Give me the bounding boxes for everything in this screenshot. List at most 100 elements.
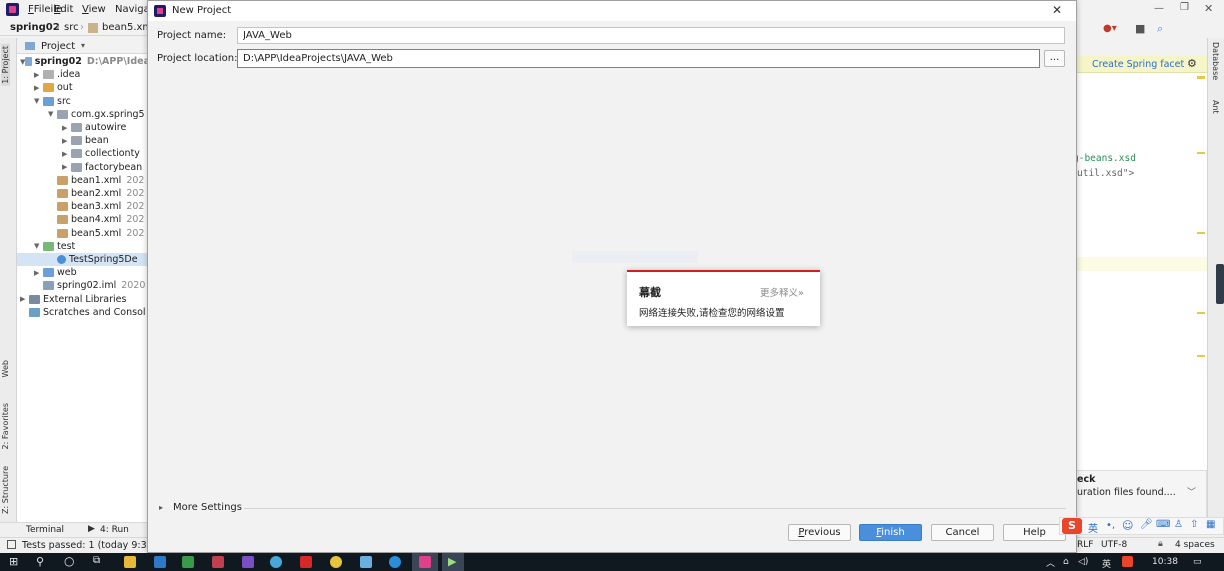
- tree-item[interactable]: ▶ web: [17, 266, 150, 279]
- tab-project[interactable]: 1: Project: [1, 44, 10, 86]
- tree-item[interactable]: bean1.xml 202: [17, 174, 150, 187]
- cortana-icon[interactable]: ○: [64, 554, 74, 568]
- chevron-right-icon[interactable]: ▶: [62, 163, 71, 171]
- browse-button[interactable]: ...: [1044, 50, 1065, 67]
- tab-ant[interactable]: Ant: [1211, 100, 1220, 114]
- ime-lang[interactable]: 英: [1088, 520, 1098, 535]
- tab-terminal[interactable]: Terminal: [26, 525, 64, 535]
- edge-icon[interactable]: [389, 556, 401, 568]
- maximize-icon[interactable]: ❐: [1180, 2, 1189, 13]
- close-window-icon[interactable]: ✕: [1204, 2, 1213, 15]
- chevron-down-icon[interactable]: ﹀: [1187, 485, 1196, 498]
- chevron-right-icon[interactable]: ▶: [34, 71, 43, 79]
- tab-structure[interactable]: Z: Structure: [1, 466, 10, 514]
- toast-more-link[interactable]: 更多释义»: [760, 285, 804, 299]
- tab-favorites[interactable]: 2: Favorites: [1, 403, 10, 449]
- finish-button[interactable]: Finish: [859, 524, 922, 541]
- search-icon[interactable]: ⌕: [1157, 22, 1163, 36]
- tree-item[interactable]: bean3.xml 202: [17, 200, 150, 213]
- chevron-down-icon[interactable]: ▼: [34, 242, 43, 250]
- previous-button[interactable]: Previous: [788, 524, 851, 541]
- editor-area[interactable]: g-beans.xsd util.xsd">: [1073, 56, 1207, 486]
- tree-item[interactable]: ▶ .idea: [17, 68, 150, 81]
- chrome-icon[interactable]: [330, 556, 342, 568]
- volume-icon[interactable]: ◁): [1078, 557, 1088, 567]
- chevron-right-icon[interactable]: ▸: [159, 503, 163, 512]
- notification-popup[interactable]: eck uration files found.... ﹀: [1070, 470, 1207, 520]
- notifications-icon[interactable]: ▭: [1193, 557, 1202, 567]
- stop-icon[interactable]: ■: [1135, 22, 1145, 35]
- chevron-right-icon[interactable]: ▶: [34, 269, 43, 277]
- chevron-right-icon[interactable]: ▶: [62, 124, 71, 132]
- tree-item[interactable]: ▼ src: [17, 95, 150, 108]
- menu-navigate[interactable]: Naviga: [115, 4, 150, 15]
- punctuation-icon[interactable]: •,: [1106, 520, 1115, 531]
- tree-item[interactable]: TestSpring5De: [17, 253, 150, 266]
- chevron-down-icon[interactable]: ▼: [34, 97, 43, 105]
- status-toggle-icon[interactable]: [7, 540, 16, 549]
- taskbar-active-item[interactable]: [412, 553, 438, 571]
- app-icon[interactable]: [182, 556, 194, 568]
- tree-item[interactable]: ▼ test: [17, 240, 150, 253]
- tree-item[interactable]: ▶ bean: [17, 134, 150, 147]
- search-icon[interactable]: ⚲: [36, 555, 44, 568]
- microphone-icon[interactable]: 🎤︎: [1140, 519, 1153, 530]
- visual-studio-icon[interactable]: [242, 556, 254, 568]
- browser-icon[interactable]: [270, 556, 282, 568]
- lock-icon[interactable]: 🔒︎: [1158, 539, 1163, 549]
- tree-item[interactable]: ▼ com.gx.spring5: [17, 108, 150, 121]
- chevron-up-icon[interactable]: ︿: [1046, 556, 1055, 569]
- sogou-ime-icon[interactable]: S: [1062, 518, 1082, 534]
- app-icon[interactable]: [360, 556, 372, 568]
- more-settings-toggle[interactable]: More Settings: [173, 502, 242, 513]
- error-toast[interactable]: 幕截 更多释义» 网络连接失败,请检查您的网络设置: [627, 270, 820, 326]
- app-icon[interactable]: [300, 556, 312, 568]
- grid-icon[interactable]: ▦: [1206, 519, 1215, 530]
- tree-item[interactable]: ▼ spring02 D:\APP\Idea: [17, 55, 150, 68]
- help-button[interactable]: Help: [1003, 524, 1066, 541]
- windows-start-icon[interactable]: ⊞: [9, 555, 18, 568]
- indent-setting[interactable]: 4 spaces: [1175, 540, 1215, 550]
- chevron-down-icon[interactable]: ▼: [48, 110, 57, 118]
- tree-item[interactable]: ▶ autowire: [17, 121, 150, 134]
- emoji-icon[interactable]: ☺: [1122, 519, 1133, 532]
- project-location-input[interactable]: [237, 49, 1040, 68]
- status-message[interactable]: Tests passed: 1 (today 9:35: [22, 540, 153, 551]
- tree-item[interactable]: Scratches and Consol: [17, 306, 150, 319]
- chevron-right-icon[interactable]: ▶: [34, 84, 43, 92]
- mail-icon[interactable]: [154, 556, 166, 568]
- minimize-icon[interactable]: —: [1154, 3, 1164, 14]
- tree-item[interactable]: ▶ collectionty: [17, 147, 150, 160]
- project-name-input[interactable]: [237, 27, 1065, 44]
- project-panel-title[interactable]: Project: [41, 41, 75, 52]
- tree-item[interactable]: ▶ factorybean: [17, 161, 150, 174]
- menu-view[interactable]: View: [82, 4, 106, 15]
- gear-icon[interactable]: ⚙: [1187, 57, 1197, 70]
- tree-item[interactable]: bean5.xml 202: [17, 227, 150, 240]
- tree-item[interactable]: bean4.xml 202: [17, 213, 150, 226]
- tree-item[interactable]: ▶ External Libraries: [17, 293, 150, 306]
- tab-database[interactable]: Database: [1211, 42, 1220, 80]
- chevron-right-icon[interactable]: ▶: [62, 150, 71, 158]
- create-spring-facet-link[interactable]: Create Spring facet: [1092, 59, 1184, 70]
- breadcrumb-project[interactable]: spring02: [10, 22, 60, 33]
- tab-run[interactable]: 4: Run: [100, 525, 129, 535]
- line-separator[interactable]: RLF: [1077, 540, 1093, 550]
- tree-item[interactable]: spring02.iml 2020: [17, 279, 150, 292]
- cancel-button[interactable]: Cancel: [931, 524, 994, 541]
- breadcrumb-file[interactable]: bean5.xm: [102, 22, 152, 33]
- clock[interactable]: 10:38: [1152, 557, 1178, 567]
- upload-icon[interactable]: ⇧: [1190, 519, 1198, 530]
- run-config-icon[interactable]: ●▾: [1103, 23, 1117, 34]
- chevron-right-icon[interactable]: ▶: [20, 295, 29, 303]
- breadcrumb-src[interactable]: src: [64, 22, 79, 33]
- taskbar-lang[interactable]: 英: [1102, 557, 1111, 570]
- network-icon[interactable]: ⌂: [1063, 557, 1069, 567]
- user-icon[interactable]: ♙: [1174, 519, 1183, 530]
- app-icon[interactable]: [212, 556, 224, 568]
- chevron-right-icon[interactable]: ▶: [62, 137, 71, 145]
- tab-web[interactable]: Web: [1, 360, 10, 377]
- taskbar-active-item[interactable]: ▶: [442, 553, 464, 571]
- encoding[interactable]: UTF-8: [1101, 540, 1127, 550]
- menu-edit[interactable]: Edit: [54, 4, 73, 15]
